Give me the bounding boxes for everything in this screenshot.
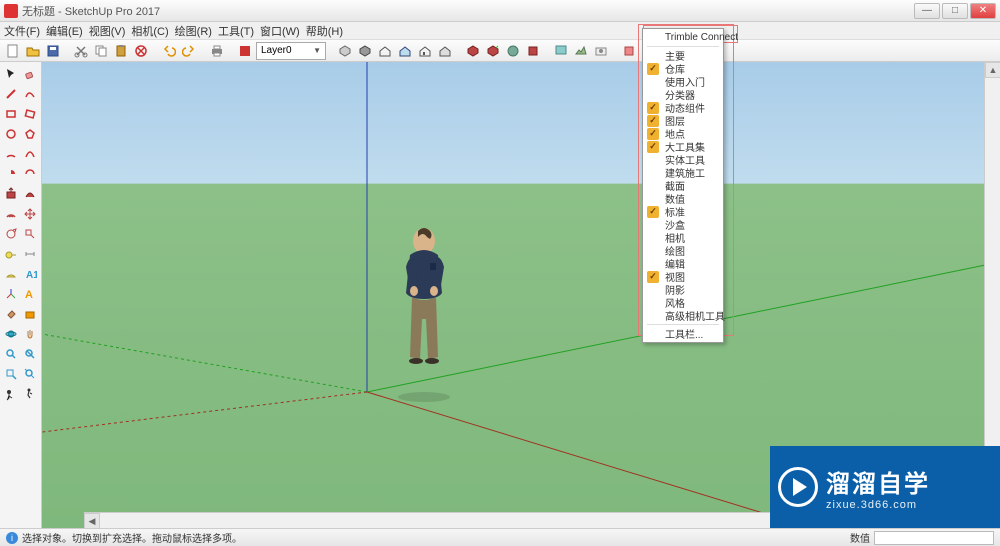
watermark-url: zixue.3d66.com <box>826 499 930 511</box>
offset-tool[interactable] <box>3 205 21 224</box>
minimize-button[interactable]: — <box>914 3 940 19</box>
arc-tool[interactable] <box>3 145 21 164</box>
section-button[interactable] <box>620 42 638 60</box>
window-title: 无标题 - SketchUp Pro 2017 <box>22 3 912 19</box>
close-button[interactable]: ✕ <box>970 3 996 19</box>
info-icon: i <box>6 532 18 544</box>
layer-select[interactable]: Layer0 ▼ <box>256 42 326 60</box>
house2-button[interactable] <box>396 42 414 60</box>
tape-tool[interactable] <box>3 245 21 264</box>
move-tool[interactable] <box>21 205 39 224</box>
menu-tools[interactable]: 工具(T) <box>218 23 254 39</box>
main-toolbar: Layer0 ▼ <box>0 40 1000 62</box>
line-tool[interactable] <box>3 85 21 104</box>
polygon-tool[interactable] <box>21 125 39 144</box>
svg-text:A1: A1 <box>26 270 37 281</box>
dimension-tool[interactable] <box>21 245 39 264</box>
select-tool[interactable] <box>3 65 21 84</box>
rotate-tool[interactable] <box>3 225 21 244</box>
menu-edit[interactable]: 编辑(E) <box>46 23 83 39</box>
maximize-button[interactable]: □ <box>942 3 968 19</box>
pan-tool[interactable] <box>21 325 39 344</box>
rectangle-tool[interactable] <box>3 105 21 124</box>
pushpull-tool[interactable] <box>3 185 21 204</box>
text-tool[interactable]: A1 <box>21 265 39 284</box>
status-hint: 选择对象。切换到扩充选择。拖动鼠标选择多项。 <box>22 530 242 545</box>
walk-tool[interactable] <box>21 385 39 404</box>
terrain-button[interactable] <box>572 42 590 60</box>
menu-window[interactable]: 窗口(W) <box>260 23 300 39</box>
measurement-input[interactable] <box>874 531 994 545</box>
save-button[interactable] <box>44 42 62 60</box>
menu-draw[interactable]: 绘图(R) <box>175 23 212 39</box>
toolbar-menu-item[interactable]: 高级相机工具 <box>643 309 723 322</box>
menu-file[interactable]: 文件(F) <box>4 23 40 39</box>
menubar: 文件(F) 编辑(E) 视图(V) 相机(C) 绘图(R) 工具(T) 窗口(W… <box>0 22 1000 40</box>
extension-button[interactable] <box>524 42 542 60</box>
toolbar-menu-item[interactable]: 工具栏... <box>643 327 723 340</box>
print-button[interactable] <box>208 42 226 60</box>
status-bar: i 选择对象。切换到扩充选择。拖动鼠标选择多项。 数值 <box>0 528 1000 546</box>
share-button[interactable] <box>484 42 502 60</box>
freehand-tool[interactable] <box>21 85 39 104</box>
orbit-tool[interactable] <box>3 325 21 344</box>
open-file-button[interactable] <box>24 42 42 60</box>
zoom-tool[interactable] <box>3 345 21 364</box>
paste-button[interactable] <box>112 42 130 60</box>
zoom-window-tool[interactable] <box>3 365 21 384</box>
warehouse-button[interactable] <box>464 42 482 60</box>
layer-name: Layer0 <box>261 45 292 56</box>
menu-help[interactable]: 帮助(H) <box>306 23 343 39</box>
position-camera-tool[interactable] <box>3 385 21 404</box>
pie-tool[interactable] <box>3 165 21 184</box>
status-metric-label: 数值 <box>850 530 870 545</box>
upload-button[interactable] <box>504 42 522 60</box>
undo-button[interactable] <box>160 42 178 60</box>
menu-view[interactable]: 视图(V) <box>89 23 126 39</box>
watermark: 溜溜自学 zixue.3d66.com <box>770 446 1000 528</box>
arc3-tool[interactable] <box>21 165 39 184</box>
zoom-extents-tool[interactable] <box>21 345 39 364</box>
vertical-scrollbar[interactable]: ▲ ▼ <box>984 62 1000 512</box>
layer-color-button[interactable] <box>236 42 254 60</box>
titlebar: 无标题 - SketchUp Pro 2017 — □ ✕ <box>0 0 1000 22</box>
circle-tool[interactable] <box>3 125 21 144</box>
component-button[interactable] <box>356 42 374 60</box>
scroll-left-icon[interactable]: ◀ <box>84 513 100 528</box>
eraser-tool[interactable] <box>21 65 39 84</box>
protractor-tool[interactable] <box>3 265 21 284</box>
svg-text:A: A <box>25 289 33 301</box>
section-plane-tool[interactable] <box>21 305 39 324</box>
arc2-tool[interactable] <box>21 145 39 164</box>
chevron-down-icon: ▼ <box>313 46 321 55</box>
toolbars-context-menu: Trimble Connect主要仓库使用入门分类器动态组件图层地点大工具集实体… <box>642 28 724 343</box>
app-icon <box>4 4 18 18</box>
delete-button[interactable] <box>132 42 150 60</box>
scroll-up-icon[interactable]: ▲ <box>985 62 1000 78</box>
axes-tool[interactable] <box>3 285 21 304</box>
house3-button[interactable] <box>416 42 434 60</box>
copy-button[interactable] <box>92 42 110 60</box>
paint-tool[interactable] <box>3 305 21 324</box>
watermark-title: 溜溜自学 <box>826 464 930 499</box>
3dtext-tool[interactable]: A <box>21 285 39 304</box>
cut-button[interactable] <box>72 42 90 60</box>
new-file-button[interactable] <box>4 42 22 60</box>
model-button[interactable] <box>336 42 354 60</box>
house-button[interactable] <box>376 42 394 60</box>
location-button[interactable] <box>552 42 570 60</box>
play-icon <box>778 467 818 507</box>
house4-button[interactable] <box>436 42 454 60</box>
menu-camera[interactable]: 相机(C) <box>131 23 168 39</box>
previous-view-tool[interactable] <box>21 365 39 384</box>
photo-button[interactable] <box>592 42 610 60</box>
redo-button[interactable] <box>180 42 198 60</box>
large-toolset: A1 A <box>0 62 42 528</box>
toolbar-menu-item[interactable]: Trimble Connect <box>643 31 723 44</box>
rotated-rect-tool[interactable] <box>21 105 39 124</box>
scale-tool[interactable] <box>21 225 39 244</box>
followme-tool[interactable] <box>21 185 39 204</box>
